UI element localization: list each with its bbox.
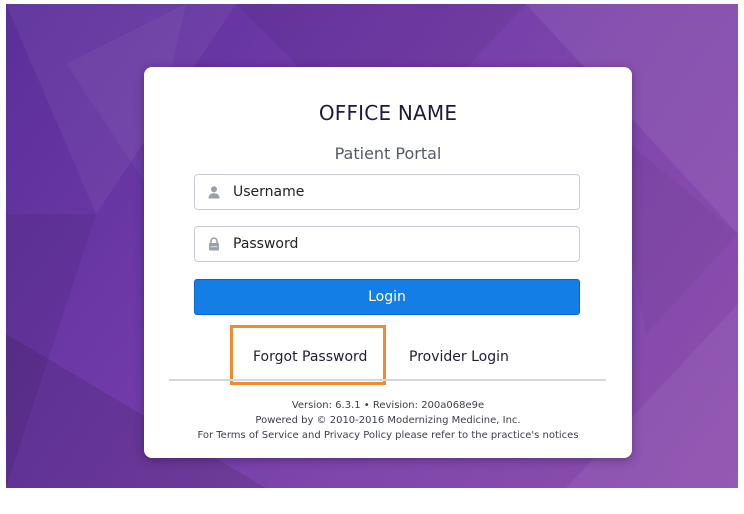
username-field[interactable] <box>194 174 580 210</box>
terms-text: For Terms of Service and Privacy Policy … <box>197 430 579 441</box>
page-background: OFFICE NAME Patient Portal Login Forgot … <box>6 4 738 488</box>
divider <box>169 379 606 381</box>
powered-by-text: Powered by © 2010-2016 Modernizing Medic… <box>255 415 521 426</box>
login-card: OFFICE NAME Patient Portal Login Forgot … <box>144 67 632 458</box>
forgot-password-link[interactable]: Forgot Password <box>253 349 367 365</box>
portal-label: Patient Portal <box>334 144 442 163</box>
lock-icon <box>209 237 219 251</box>
username-input[interactable] <box>233 175 563 209</box>
version-text: Version: 6.3.1 • Revision: 200a068e9e <box>291 400 485 411</box>
login-button[interactable]: Login <box>194 279 580 315</box>
provider-login-link[interactable]: Provider Login <box>409 349 509 365</box>
office-name: OFFICE NAME <box>318 101 458 125</box>
password-input[interactable] <box>233 227 563 261</box>
password-field[interactable] <box>194 226 580 262</box>
user-icon <box>208 186 220 199</box>
